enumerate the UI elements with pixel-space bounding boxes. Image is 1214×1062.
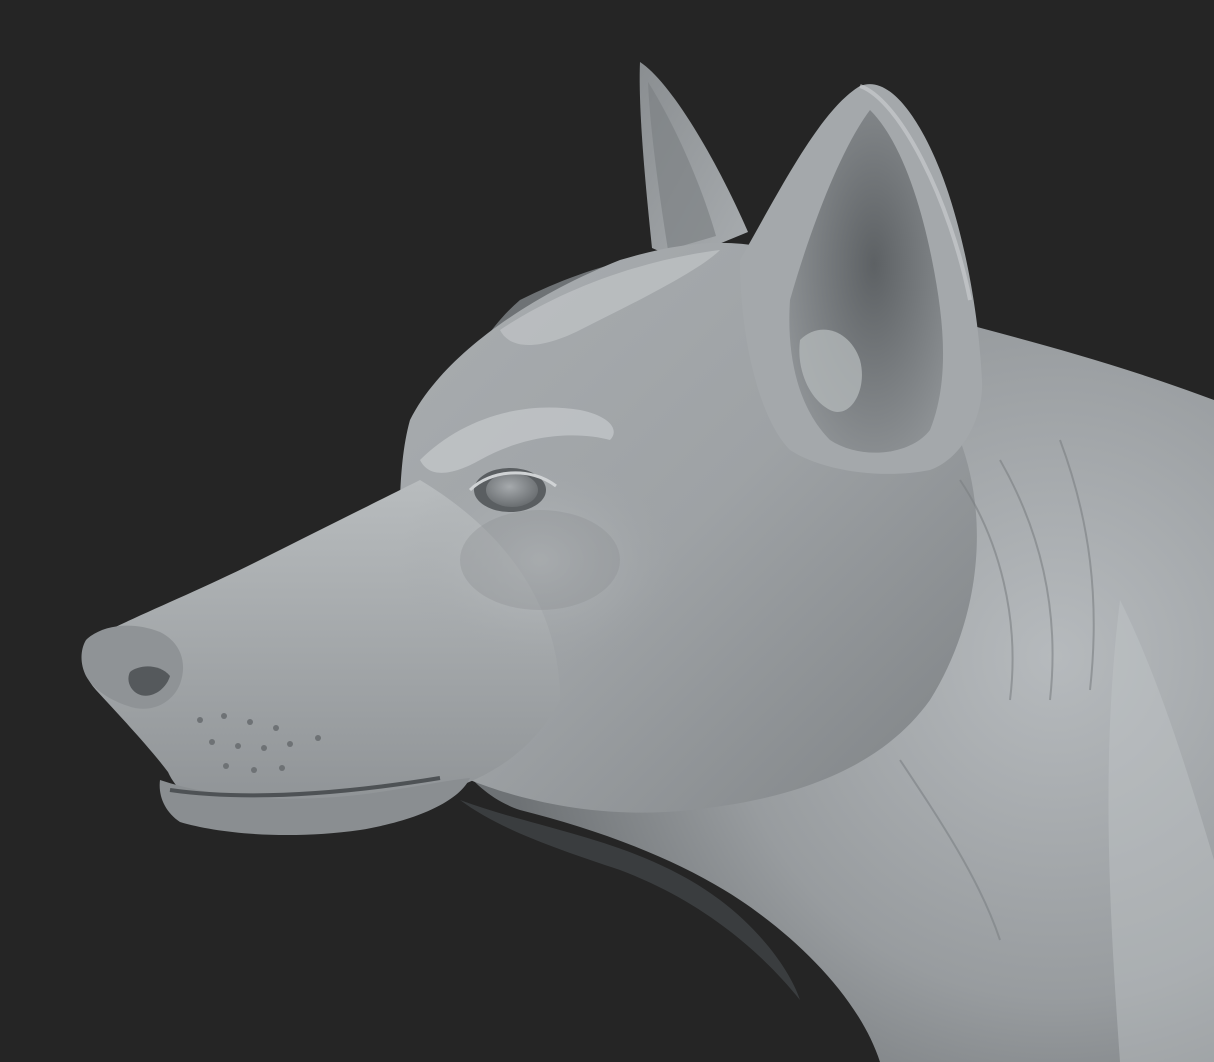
sculpt-render bbox=[0, 0, 1214, 1062]
render-viewport bbox=[0, 0, 1214, 1062]
